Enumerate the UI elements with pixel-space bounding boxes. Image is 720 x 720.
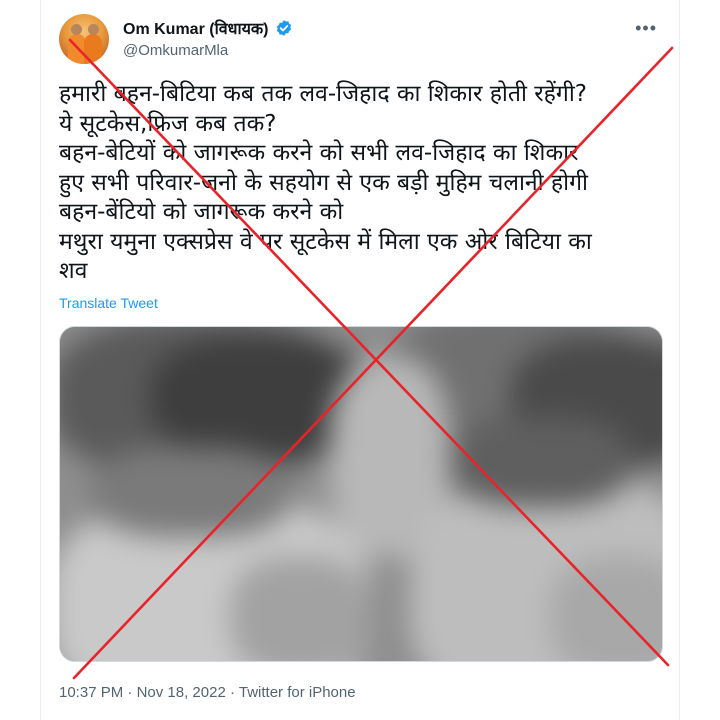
author-handle[interactable]: @OmkumarMla <box>123 42 293 59</box>
translate-tweet-link[interactable]: Translate Tweet <box>59 295 158 311</box>
tweet-line: हमारी बहन-बिटिया कब तक लव-जिहाद का शिकार… <box>59 81 587 107</box>
verified-badge-icon <box>276 20 291 36</box>
tweet-line: ये सूटकेस,फ्रिज कब तक? <box>59 110 277 137</box>
author-display-name[interactable]: Om Kumar (विधायक) <box>123 17 269 39</box>
tweet-line: बहन-बेंटियो को जागरूक करने को <box>59 199 344 225</box>
tweet-metadata: 10:37 PM · Nov 18, 2022 · Twitter for iP… <box>59 684 356 701</box>
meta-separator: · <box>123 684 137 701</box>
tweet-text: हमारी बहन-बिटिया कब तक लव-जिहाद का शिकार… <box>59 80 671 287</box>
meta-separator: · <box>225 684 239 701</box>
tweet-line: शव <box>59 258 88 284</box>
more-options-icon[interactable]: ••• <box>635 18 657 39</box>
tweet-card: Om Kumar (विधायक) @OmkumarMla ••• हमारी … <box>40 0 680 720</box>
tweet-media-image[interactable] <box>59 326 663 662</box>
blurred-photo <box>60 327 662 661</box>
tweet-source: Twitter for iPhone <box>238 684 356 701</box>
tweet-date[interactable]: Nov 18, 2022 <box>137 684 226 701</box>
tweet-header: Om Kumar (विधायक) @OmkumarMla ••• <box>59 14 665 64</box>
tweet-time[interactable]: 10:37 PM <box>59 684 123 701</box>
profile-avatar[interactable] <box>59 14 109 64</box>
tweet-line: मथुरा यमुना एक्सप्रेस वे पर सूटकेस में म… <box>59 228 592 255</box>
author-info: Om Kumar (विधायक) @OmkumarMla <box>123 17 293 59</box>
tweet-line: हुए सभी परिवार-जनो के सहयोग से एक बड़ी म… <box>59 169 589 196</box>
tweet-line: बहन-बेटियों को जागरूक करने को सभी लव-जिह… <box>59 140 579 166</box>
